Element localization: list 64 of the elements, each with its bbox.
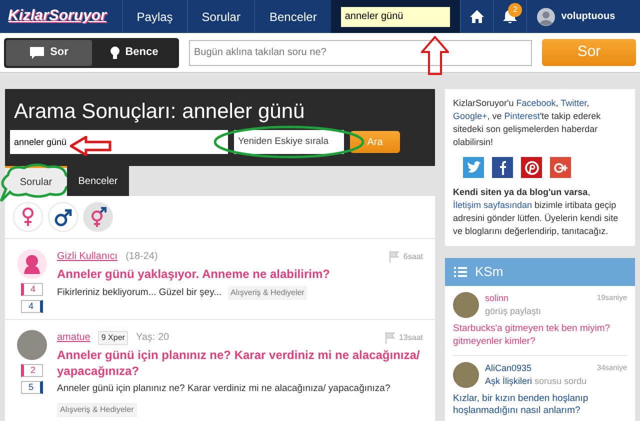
username-link[interactable]: AliCan0935 <box>485 362 587 375</box>
p-letter-icon[interactable] <box>521 157 542 178</box>
post-time: 13saat <box>398 332 423 344</box>
question-title[interactable]: Anneler günü için planınız ne? Karar verdiniz mi ne alacağınıza/ yapacağınıza? <box>57 348 423 380</box>
female-symbol-icon <box>20 207 36 228</box>
site-logo[interactable]: KizlarSoruyor <box>0 0 122 33</box>
category-link[interactable]: Aşk İlişkileri <box>485 376 532 386</box>
annotation-arrow <box>421 36 449 76</box>
annotation-arrow <box>70 136 112 156</box>
paragraph-text: Kendi siten ya da blog'un varsa, İletişim sayfasından bizimle irtibata geçip adresini gönder lütfen. Üyelerin kendi site ve bloglarını değerlendirip, tanıtacağız. <box>453 186 620 238</box>
gender-symbol-icon <box>90 206 106 228</box>
f-letter-icon[interactable] <box>492 157 513 178</box>
notification-badge: 2 <box>508 3 522 17</box>
search-field[interactable]: anneler günü <box>340 6 450 26</box>
category-tag[interactable]: Alışveriş & Hediyeler <box>57 402 137 417</box>
tab[interactable]: Benceler <box>67 166 129 196</box>
activity-text: görüş paylaştı <box>485 306 542 316</box>
bulb-icon <box>110 46 120 60</box>
username-link[interactable]: Gizli Kullanıcı <box>57 249 118 264</box>
speech-bubble-icon <box>29 46 46 60</box>
bird-icon[interactable] <box>463 157 484 178</box>
text-link[interactable]: Twitter <box>560 98 587 108</box>
gender-filter[interactable] <box>48 202 78 232</box>
gender-filter[interactable] <box>83 202 113 232</box>
username-link[interactable]: amatue <box>57 330 90 346</box>
panel-title: KSm <box>475 263 504 282</box>
text-link[interactable]: Google+ <box>453 111 488 122</box>
question-link[interactable]: Starbucks'a gitmeyen tek ben miyim? gitmeyenler kimler? <box>453 322 627 348</box>
user-age: Yaş: 20 <box>136 331 170 346</box>
photo-placeholder <box>453 362 479 388</box>
sort-dropdown[interactable]: Yeniden Eskiye sırala <box>234 130 344 154</box>
vote-count: 5 <box>21 381 43 394</box>
user-age: (18-24) <box>126 250 158 264</box>
photo-placeholder <box>17 330 47 360</box>
text-link[interactable]: İletişim sayfasından <box>453 200 532 210</box>
vote-count: 4 <box>21 283 43 296</box>
category-tag[interactable]: Alışveriş & Hediyeler <box>228 286 308 300</box>
page-title: Arama Sonuçları: anneler günü <box>14 99 306 124</box>
activity-text: sorusu sordu <box>534 376 587 386</box>
anonymous-user-icon <box>23 254 41 274</box>
mode-button[interactable]: Sor <box>6 40 92 66</box>
user-avatar-icon[interactable] <box>537 8 556 26</box>
home-icon[interactable] <box>469 9 486 24</box>
query-field[interactable]: anneler günü <box>10 130 228 154</box>
g-plus-icon[interactable] <box>550 157 571 178</box>
text-link[interactable]: Facebook <box>516 98 556 108</box>
xper-badge: 9 Xper <box>98 330 128 345</box>
gender-filter[interactable] <box>13 202 43 232</box>
username-link[interactable]: solinn <box>485 292 542 306</box>
username[interactable]: voluptuous <box>561 9 616 24</box>
vote-count: 4 <box>21 300 43 314</box>
question-excerpt: Anneler günü için planınız ne? Karar verdiniz mi ne alacağınıza/ yapacağınıza? <box>57 382 390 396</box>
paragraph-text: KizlarSoruyor'u Facebook, Twitter, Google+, ve Pinterest'te takip ederek sitedeki son gelişmelerden haberdar olabilirsin! <box>453 97 602 150</box>
question-title[interactable]: Anneler günü yaklaşıyor. Anneme ne alabilirim? <box>57 267 423 283</box>
list-icon <box>453 266 467 278</box>
vote-count: 2 <box>21 364 43 378</box>
photo-placeholder <box>453 292 479 318</box>
mode-button[interactable]: Bence <box>92 40 177 66</box>
male-symbol-icon <box>54 207 72 228</box>
question-excerpt: Fikirleriniz bekliyorum... Güzel bir şey... <box>57 286 222 300</box>
post-time: 6saat <box>403 250 423 263</box>
question-field[interactable]: Bugün aklına takılan soru ne? <box>189 40 532 66</box>
question-link[interactable]: Kızlar, bir kızın benden hoşlanıp hoşlanmadığını nasıl anlarım? <box>453 392 627 418</box>
text-link[interactable]: Pinterest <box>504 111 540 122</box>
